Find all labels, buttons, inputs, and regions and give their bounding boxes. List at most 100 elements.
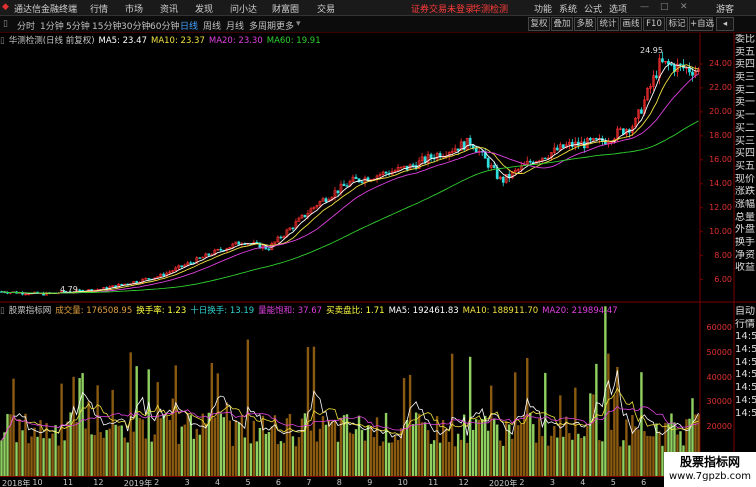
volume-bar — [267, 432, 271, 476]
ma60-line — [1, 120, 699, 294]
volume-bar — [102, 437, 105, 476]
volume-bar — [252, 420, 256, 476]
price-tick-label: 18.00 — [709, 130, 732, 140]
volume-bar — [321, 416, 325, 476]
quote-field-label: 买二 — [735, 122, 755, 134]
candle-body — [429, 154, 433, 159]
price-tick-label: 22.00 — [709, 82, 732, 92]
quote-field-label: 买四 — [735, 148, 755, 160]
volume-bar — [378, 445, 382, 476]
volume-bar — [258, 427, 262, 476]
volume-bar — [216, 373, 220, 476]
volume-bar — [159, 418, 162, 476]
volume-bar — [438, 442, 442, 476]
volume-bar — [426, 430, 430, 476]
legend-ten-day-turnover: 十日换手: 13.19 — [190, 306, 255, 316]
kline-chart[interactable] — [0, 0, 756, 487]
volume-bar — [153, 434, 156, 476]
tick-panel: 自动行情14:5014:5014:5014:5014:5014:5014:50 — [735, 306, 756, 420]
volume-bar — [496, 424, 499, 476]
volume-bar — [78, 378, 81, 476]
volume-bar — [135, 366, 138, 476]
tick-time-label: 14:50 — [735, 369, 756, 381]
volume-bar — [592, 394, 595, 476]
volume-bar — [541, 436, 544, 476]
volume-bar — [168, 420, 171, 476]
volume-bar — [351, 433, 355, 476]
date-tick-label: 3 — [184, 478, 190, 487]
volume-bar — [622, 440, 625, 476]
date-tick-label: 8 — [336, 478, 342, 487]
candle-body — [345, 185, 349, 187]
volume-bar — [396, 440, 400, 476]
volume-bar — [640, 372, 643, 476]
volume-bar — [393, 435, 397, 476]
volume-bar — [589, 393, 592, 476]
volume-bar — [219, 413, 223, 476]
volume-bar — [586, 425, 589, 476]
volume-bar — [499, 440, 502, 476]
tick-time-label: 14:50 — [735, 382, 756, 394]
volume-bar — [619, 446, 622, 476]
volume-bar — [225, 402, 229, 476]
date-tick-label: 3 — [549, 478, 555, 487]
quote-field-label: 涨幅 — [735, 198, 755, 210]
volume-bar — [222, 417, 226, 476]
sub-collapse-icon[interactable]: ▯ — [0, 306, 5, 316]
volume-bar — [33, 427, 36, 476]
volume-bar — [550, 435, 553, 476]
volume-bar — [601, 441, 604, 476]
volume-bar — [12, 378, 15, 476]
volume-bar — [282, 442, 286, 476]
volume-bar — [84, 428, 87, 476]
volume-bar — [339, 419, 343, 476]
volume-bar — [231, 445, 235, 476]
candle-body — [492, 165, 496, 168]
volume-bar — [493, 418, 496, 476]
volume-bar — [562, 436, 565, 476]
candle-body — [291, 227, 295, 230]
volume-bar — [126, 442, 129, 476]
volume-bar — [228, 420, 232, 476]
candle-body — [360, 181, 364, 183]
candle-body — [604, 141, 607, 145]
date-axis: 2018年 10 11 12 2019年 2 3 4 5 6 7 8 9 10 11 12 2020年 2 3 4 5 6… — [0, 476, 700, 487]
volume-bar — [420, 422, 424, 476]
price-tick-label: 12.00 — [709, 202, 732, 212]
date-tick-label: 5 — [610, 478, 616, 487]
volume-bar — [45, 423, 48, 476]
volume-bar — [372, 437, 376, 476]
volume-bar — [414, 412, 418, 476]
date-tick-label: 2 — [519, 478, 525, 487]
quote-field-label: 现价 — [735, 173, 755, 185]
volume-bar — [132, 431, 135, 476]
volume-bar — [315, 441, 319, 476]
candle-body — [561, 144, 565, 148]
volume-bar — [327, 419, 331, 476]
candle-body — [670, 64, 673, 66]
date-tick-label: 7 — [306, 478, 312, 487]
date-tick-label: 2020年 — [488, 479, 518, 487]
candle-body — [691, 71, 694, 76]
price-tick-label: 10.00 — [709, 226, 732, 236]
volume-bar — [30, 436, 33, 476]
quote-field-label: 涨跌 — [735, 186, 755, 198]
quote-field-label: 卖五 — [735, 46, 755, 58]
volume-bar — [574, 387, 577, 476]
quote-field-label: 卖三 — [735, 72, 755, 84]
volume-bar — [21, 430, 24, 476]
volume-bar — [429, 443, 433, 476]
volume-bar — [474, 419, 478, 476]
volume-chart-legend: ▯ 股票指标网 成交量: 176508.95 换手率: 1.23 十日换手: 13.19… — [0, 304, 622, 316]
volume-bar — [144, 438, 147, 476]
candle-body — [279, 236, 283, 239]
volume-bar — [180, 426, 183, 476]
volume-bar — [162, 414, 165, 476]
volume-bar — [517, 425, 520, 476]
candle-body — [640, 109, 643, 114]
volume-bar — [123, 437, 126, 476]
candle-body — [622, 128, 625, 135]
site-watermark: 股票指标网 www.7gpzb.com — [664, 452, 756, 487]
volume-bar — [471, 429, 475, 476]
volume-bar — [631, 415, 634, 476]
